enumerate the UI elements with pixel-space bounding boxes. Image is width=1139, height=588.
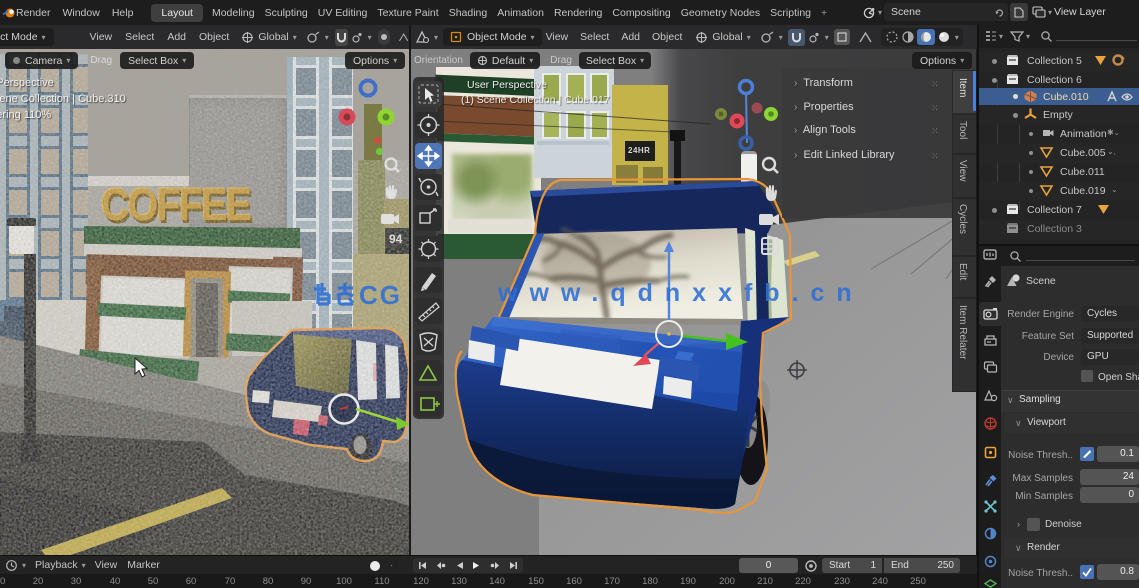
svg-text:CG: CG [359,281,402,307]
